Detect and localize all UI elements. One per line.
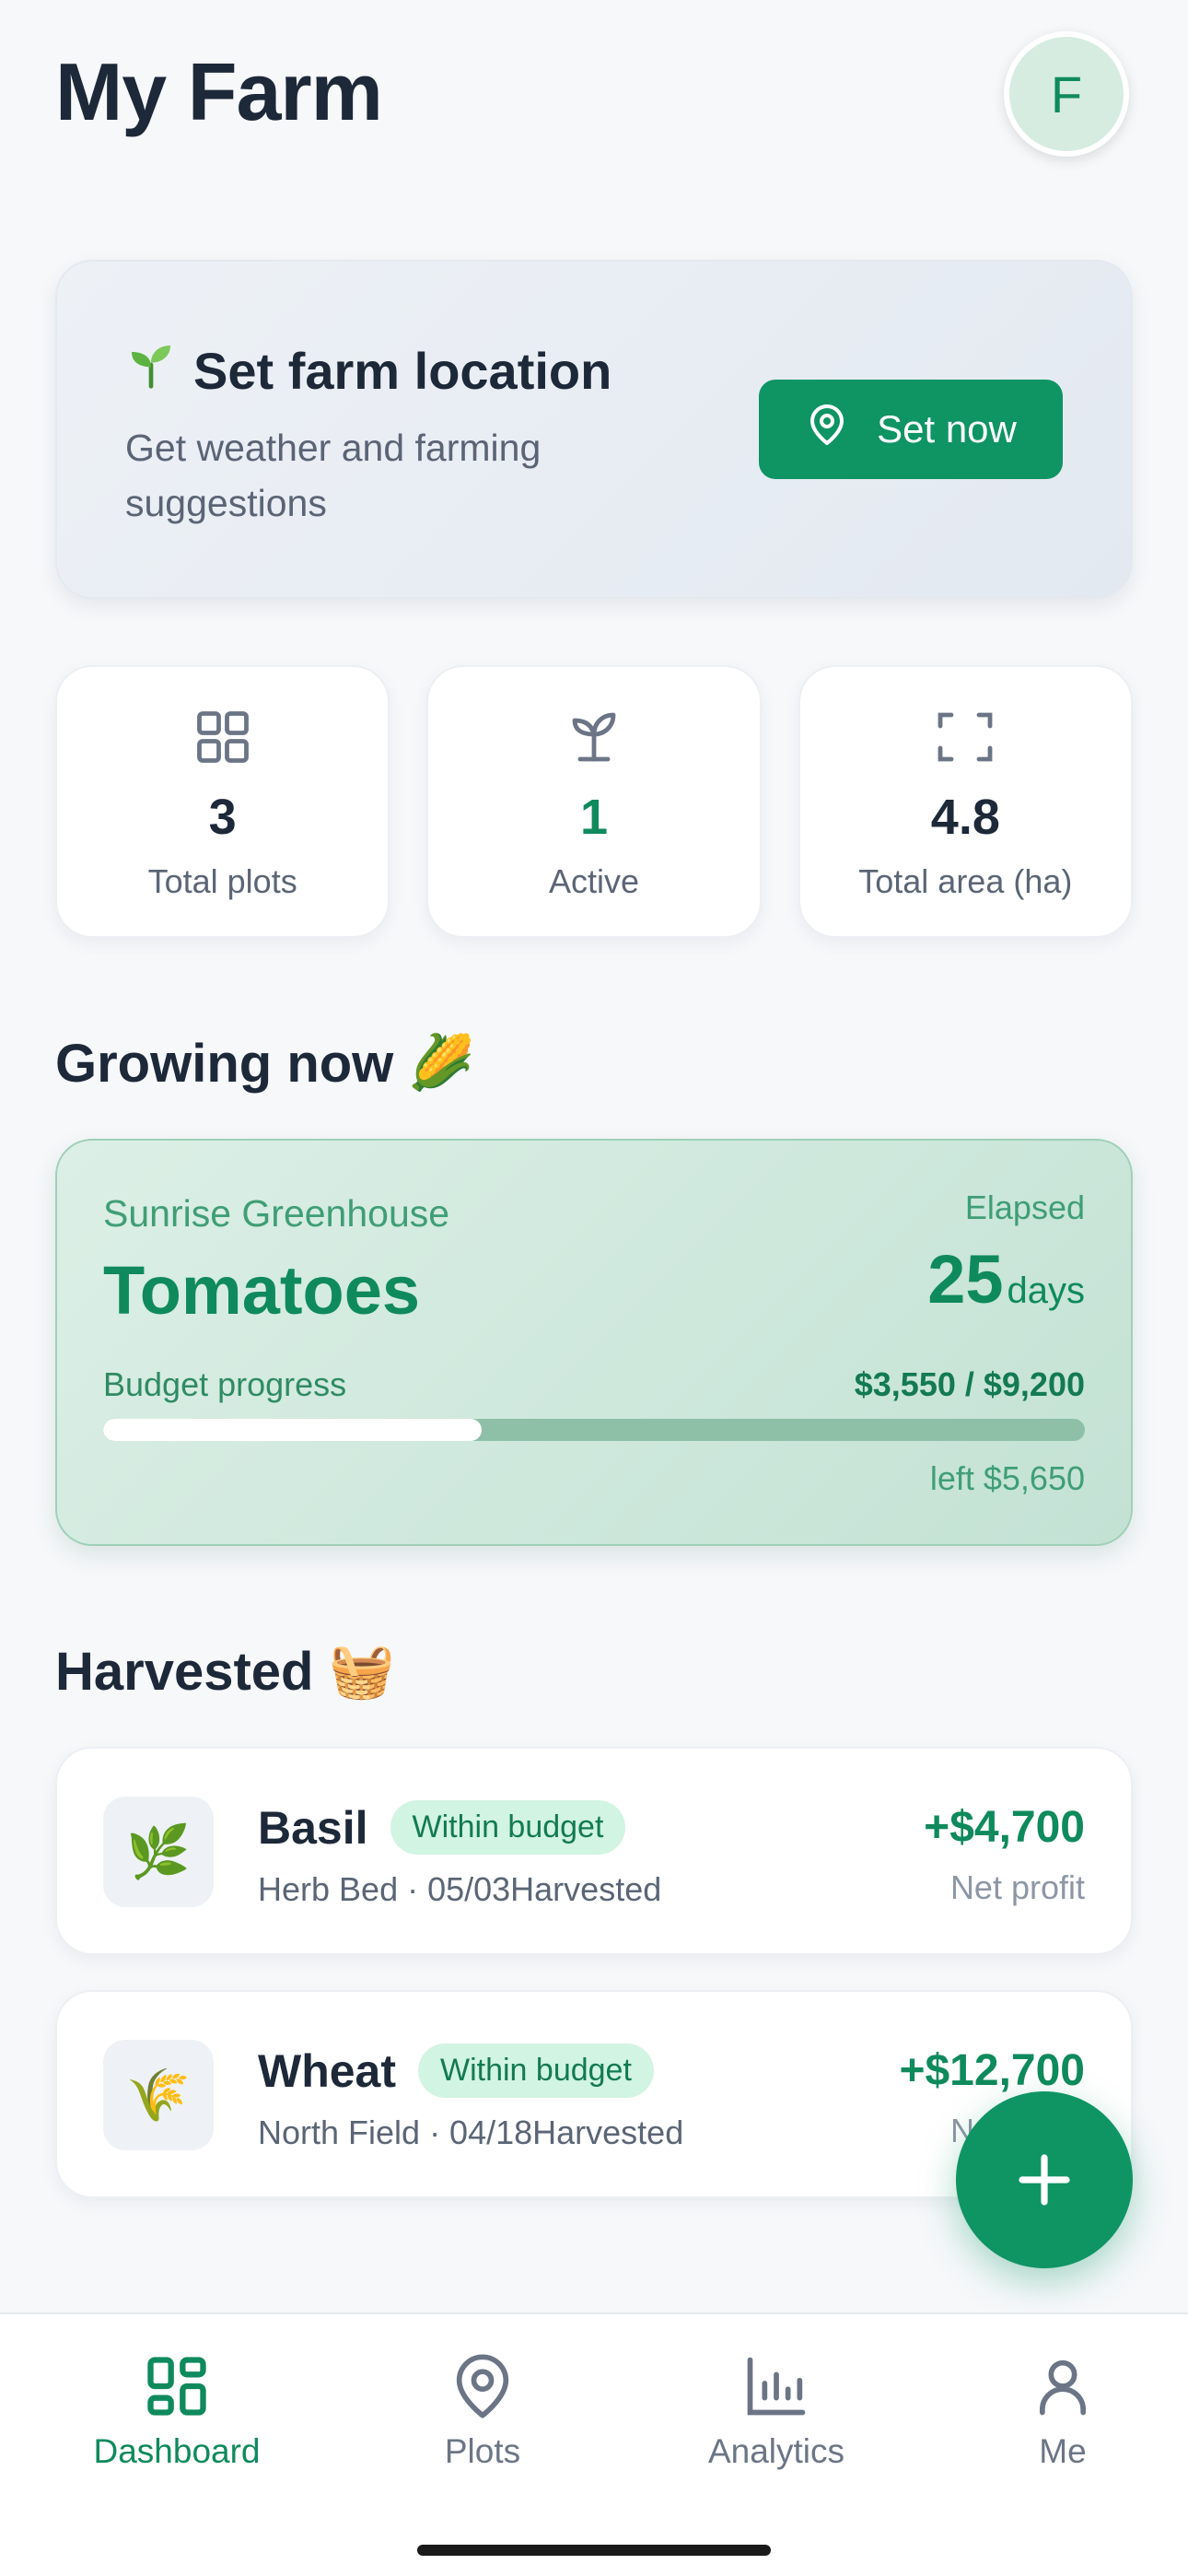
budget-amount: $3,550 / $9,200 xyxy=(854,1365,1085,1403)
nav-label: Analytics xyxy=(707,2432,845,2470)
harvested-heading: Harvested 🧺 xyxy=(55,1640,395,1703)
stat-total-plots[interactable]: 3 Total plots xyxy=(55,665,390,938)
stat-value: 4.8 xyxy=(930,790,1000,845)
set-now-button[interactable]: Set now xyxy=(759,380,1063,479)
corn-icon: 🌽 xyxy=(408,1033,475,1093)
nav-label: Me xyxy=(1039,2432,1087,2470)
net-profit-label: Net profit xyxy=(949,1868,1085,1906)
home-indicator[interactable] xyxy=(417,2545,771,2556)
net-profit-value: +$4,700 xyxy=(924,1803,1085,1852)
seedling-icon xyxy=(125,339,177,403)
set-now-label: Set now xyxy=(877,407,1017,451)
header: My Farm F xyxy=(55,31,1133,166)
harvest-meta: Herb Bed · 05/03Harvested xyxy=(258,1870,662,1908)
harvest-crop-name: Wheat xyxy=(258,2044,396,2097)
budget-progress-label: Budget progress xyxy=(103,1365,347,1403)
plot-name: Sunrise Greenhouse xyxy=(103,1192,450,1235)
dashboard-icon xyxy=(147,2357,206,2416)
budget-progress-bar xyxy=(103,1419,1085,1441)
harvest-name-row: Basil Within budget xyxy=(258,1800,626,1855)
user-icon xyxy=(1039,2359,1087,2416)
nav-plots[interactable]: Plots xyxy=(363,2351,602,2471)
nav-dashboard[interactable]: Dashboard xyxy=(57,2351,297,2471)
harvested-title: Harvested xyxy=(55,1641,314,1702)
location-card-title: Set farm location xyxy=(125,339,611,403)
net-profit-value: +$12,700 xyxy=(899,2046,1085,2095)
stats-row: 3 Total plots 1 Active 4.8 Total area (h… xyxy=(55,665,1133,938)
map-pin-icon xyxy=(805,403,849,456)
page-title: My Farm xyxy=(55,46,383,137)
budget-left: left $5,650 xyxy=(929,1459,1085,1497)
stat-active[interactable]: 1 Active xyxy=(426,665,762,938)
harvest-meta: North Field · 04/18Harvested xyxy=(258,2113,684,2151)
basket-icon: 🧺 xyxy=(328,1641,395,1701)
location-card: Set farm location Get weather and farmin… xyxy=(55,260,1133,599)
sprout-icon xyxy=(572,712,616,762)
budget-progress-fill xyxy=(103,1419,483,1441)
herb-icon: 🌿 xyxy=(103,1797,214,1907)
add-button[interactable] xyxy=(956,2091,1133,2268)
stat-value: 3 xyxy=(208,790,237,845)
stat-value: 1 xyxy=(579,790,609,845)
status-badge: Within budget xyxy=(390,1800,626,1855)
wheat-icon: 🌾 xyxy=(103,2040,214,2150)
crop-name: Tomatoes xyxy=(103,1252,421,1329)
location-card-title-text: Set farm location xyxy=(193,342,612,400)
harvest-name-row: Wheat Within budget xyxy=(258,2043,654,2098)
bar-chart-icon xyxy=(747,2357,806,2416)
elapsed-value: 25 days xyxy=(927,1240,1085,1318)
elapsed-days-number: 25 xyxy=(927,1241,1004,1317)
harvest-item-basil[interactable]: 🌿 Basil Within budget Herb Bed · 05/03Ha… xyxy=(55,1747,1133,1955)
growing-now-heading: Growing now 🌽 xyxy=(55,1032,475,1095)
frame-corners-icon xyxy=(938,712,993,762)
harvest-crop-name: Basil xyxy=(258,1801,368,1854)
stat-label: Total plots xyxy=(147,862,297,900)
elapsed-label: Elapsed xyxy=(964,1188,1085,1226)
map-pin-icon xyxy=(456,2354,509,2418)
nav-label: Dashboard xyxy=(93,2432,261,2470)
nav-me[interactable]: Me xyxy=(943,2351,1182,2471)
growing-now-title: Growing now xyxy=(55,1033,394,1094)
plus-icon xyxy=(1019,2154,1070,2206)
avatar[interactable]: F xyxy=(1004,31,1129,157)
grid-icon xyxy=(196,711,249,763)
bottom-nav: Dashboard Plots Analytics Me xyxy=(0,2313,1188,2576)
growing-crop-card[interactable]: Sunrise Greenhouse Tomatoes Elapsed 25 d… xyxy=(55,1139,1133,1546)
nav-analytics[interactable]: Analytics xyxy=(657,2351,896,2471)
elapsed-days-unit: days xyxy=(1007,1270,1086,1311)
location-card-subtitle: Get weather and farming suggestions xyxy=(125,427,542,524)
stat-label: Total area (ha) xyxy=(858,862,1073,900)
nav-label: Plots xyxy=(444,2432,521,2470)
stat-total-area[interactable]: 4.8 Total area (ha) xyxy=(798,665,1133,938)
status-badge: Within budget xyxy=(418,2043,654,2098)
stat-label: Active xyxy=(548,862,640,900)
